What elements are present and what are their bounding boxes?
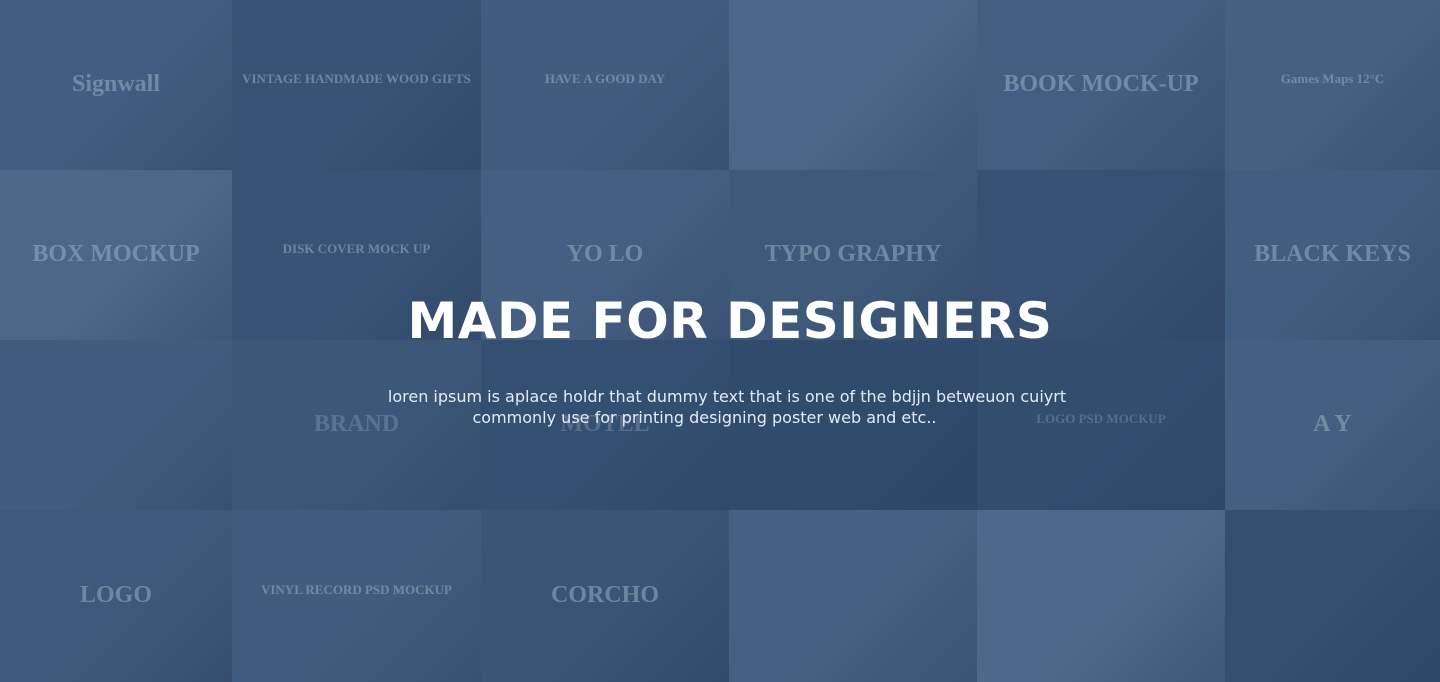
hero-subtitle: loren ipsum is aplace holdr that dummy t… [0,386,1440,428]
hero-title: MADE FOR DESIGNERS [407,292,1053,350]
hero-subtitle-line1: loren ipsum is aplace holdr that dummy t… [387,387,1067,406]
hero-section: Signwall VINTAGE HANDMADE WOOD GIFTS HAVE … [0,0,1440,682]
hero-subtitle-line2: commonly use for printing designing post… [472,408,937,427]
